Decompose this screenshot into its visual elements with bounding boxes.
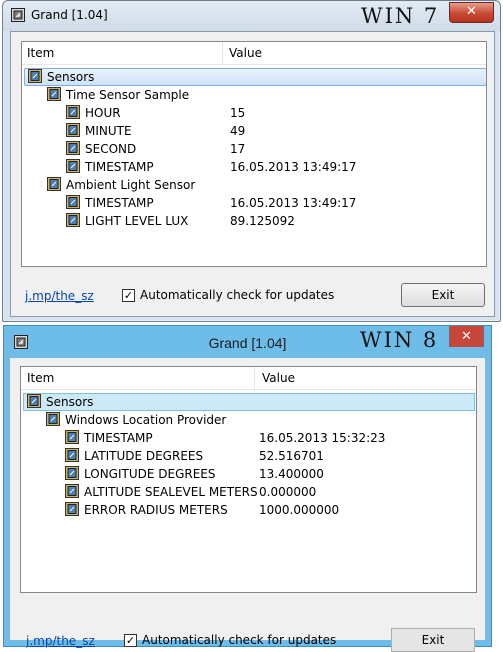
row-label: HOUR xyxy=(85,106,121,120)
row-label: TIMESTAMP xyxy=(85,196,154,210)
column-value[interactable]: Value xyxy=(262,371,295,385)
exit-button[interactable]: Exit xyxy=(391,628,475,652)
row-label: LATITUDE DEGREES xyxy=(84,449,204,463)
sensor-icon xyxy=(66,195,80,212)
row-label: LONGITUDE DEGREES xyxy=(84,467,216,481)
checkbox-checked-icon[interactable]: ✓ xyxy=(124,634,137,647)
sensor-icon xyxy=(65,466,79,483)
sensor-icon xyxy=(66,213,80,230)
sensor-icon xyxy=(66,159,80,176)
column-header: Item Value xyxy=(21,367,476,390)
homepage-link[interactable]: j.mp/the_sz xyxy=(26,634,95,648)
row-value: 16.05.2013 13:49:17 xyxy=(230,196,357,210)
win7-client-area: Item Value Sensors Time Sensor Sample HO… xyxy=(10,31,495,317)
sensor-icon xyxy=(65,484,79,501)
tree-label: Sensors xyxy=(46,395,94,409)
tree-label: Windows Location Provider xyxy=(65,413,227,427)
win7-titlebar: Grand [1.04] WIN 7 ✕ xyxy=(3,1,500,31)
checkbox-label: Automatically check for updates xyxy=(140,288,335,302)
close-icon: ✕ xyxy=(466,4,477,19)
sensor-tree[interactable]: Item Value Sensors Time Sensor Sample HO… xyxy=(21,41,487,267)
sensor-icon xyxy=(66,123,80,140)
sensor-tree[interactable]: Item Value Sensors Windows Location Prov… xyxy=(20,366,477,593)
close-icon: ✕ xyxy=(461,329,472,344)
sensor-icon xyxy=(65,448,79,465)
column-header: Item Value xyxy=(22,42,486,65)
row-value: 17 xyxy=(230,142,246,156)
close-button[interactable]: ✕ xyxy=(449,326,484,347)
row-value: 89.125092 xyxy=(230,214,295,228)
row-label: SECOND xyxy=(85,142,137,156)
sensor-icon xyxy=(65,430,79,447)
row-label: ALTITUDE SEALEVEL METERS xyxy=(84,485,258,499)
row-label: TIMESTAMP xyxy=(84,431,153,445)
tree-label: Sensors xyxy=(47,70,95,84)
row-value: 13.400000 xyxy=(259,467,324,481)
window-title: Grand [1.04] xyxy=(31,8,108,22)
column-item[interactable]: Item xyxy=(27,371,54,385)
homepage-link[interactable]: j.mp/the_sz xyxy=(25,289,94,303)
row-value: 0.000000 xyxy=(259,485,317,499)
sensor-icon xyxy=(47,87,61,104)
row-value: 16.05.2013 13:49:17 xyxy=(230,160,357,174)
checkbox-checked-icon[interactable]: ✓ xyxy=(122,289,135,302)
row-value: 1000.000000 xyxy=(259,503,340,517)
row-label: TIMESTAMP xyxy=(85,160,154,174)
row-label: MINUTE xyxy=(85,124,132,138)
sensor-icon xyxy=(27,394,41,411)
row-value: 49 xyxy=(230,124,246,138)
win8-titlebar: Grand [1.04] WIN 8 ✕ xyxy=(4,326,491,358)
sensor-icon xyxy=(65,502,79,519)
sensor-icon xyxy=(46,412,60,429)
win7-window: Grand [1.04] WIN 7 ✕ Item Value Sensors … xyxy=(2,0,501,322)
row-value: 15 xyxy=(230,106,246,120)
row-label: ERROR RADIUS METERS xyxy=(84,503,228,517)
row-label: LIGHT LEVEL LUX xyxy=(85,214,189,228)
sensor-icon xyxy=(66,105,80,122)
sensor-icon xyxy=(28,69,42,86)
tree-label: Ambient Light Sensor xyxy=(66,178,196,192)
sensor-icon xyxy=(66,141,80,158)
row-value: 52.516701 xyxy=(259,449,324,463)
column-divider[interactable] xyxy=(222,42,223,64)
tree-label: Time Sensor Sample xyxy=(66,88,190,102)
close-button[interactable]: ✕ xyxy=(449,2,494,23)
os-label: WIN 7 xyxy=(361,4,440,28)
column-value[interactable]: Value xyxy=(229,46,262,60)
column-divider[interactable] xyxy=(254,367,255,389)
column-item[interactable]: Item xyxy=(27,46,54,60)
row-value: 16.05.2013 15:32:23 xyxy=(259,431,386,445)
checkbox-label: Automatically check for updates xyxy=(142,633,337,647)
app-icon xyxy=(11,8,25,25)
win8-window: Grand [1.04] WIN 8 ✕ Item Value Sensors … xyxy=(3,325,492,652)
sensor-icon xyxy=(47,177,61,194)
exit-button[interactable]: Exit xyxy=(401,283,485,307)
os-label: WIN 8 xyxy=(360,328,439,352)
win8-client-area: Item Value Sensors Windows Location Prov… xyxy=(10,358,485,652)
